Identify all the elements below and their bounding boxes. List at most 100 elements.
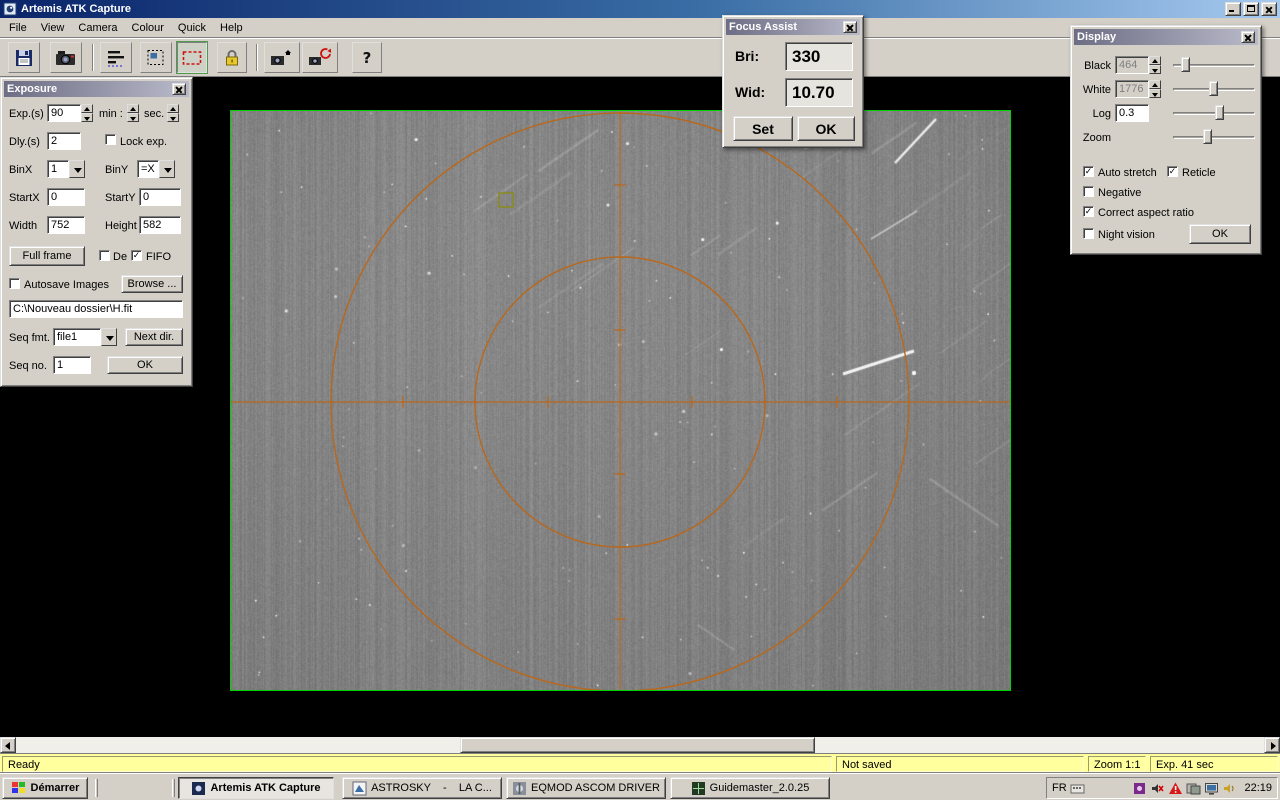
startx-input[interactable] — [47, 188, 85, 206]
width-input[interactable] — [47, 216, 85, 234]
black-slider[interactable] — [1173, 57, 1255, 73]
levels-button[interactable] — [100, 42, 132, 73]
autosave-checkbox[interactable] — [9, 278, 20, 289]
zoom-slider[interactable] — [1173, 129, 1255, 145]
width-label: Width — [9, 220, 38, 232]
tray-volume-icon[interactable] — [1222, 781, 1237, 796]
tray-display-icon[interactable] — [1204, 781, 1219, 796]
task-eqmod[interactable]: EQMOD ASCOM DRIVER — [506, 777, 666, 799]
lock-button[interactable] — [217, 42, 247, 73]
binx-value: 1 — [47, 160, 69, 178]
close-icon[interactable] — [172, 83, 186, 95]
focus-assist-title: Focus Assist — [729, 21, 798, 33]
biny-dropdown[interactable]: =X — [137, 160, 175, 178]
tray-alert-icon[interactable] — [1168, 781, 1183, 796]
tray-guider-icon[interactable] — [1132, 781, 1147, 796]
del-checkbox[interactable] — [99, 250, 110, 261]
toolbar-separator — [256, 44, 258, 71]
full-frame-button[interactable]: Full frame — [9, 246, 85, 266]
task-astrosky[interactable]: ASTROSKY - LA C... — [342, 777, 502, 799]
scroll-left-icon[interactable] — [0, 737, 16, 753]
start-button[interactable]: Démarrer — [2, 777, 88, 799]
binx-label: BinX — [9, 164, 33, 176]
bri-value: 330 — [785, 42, 853, 71]
sec-spinner[interactable] — [167, 104, 179, 122]
del-label: De — [113, 251, 128, 263]
seq-fmt-dropdown[interactable]: file1 — [53, 328, 117, 346]
night-vision-checkbox[interactable] — [1083, 228, 1094, 239]
min-spinner[interactable] — [127, 104, 139, 122]
save-button[interactable] — [8, 42, 40, 73]
next-dir-button[interactable]: Next dir. — [125, 328, 183, 346]
menu-colour[interactable]: Colour — [125, 20, 171, 36]
loop-capture-icon — [271, 49, 291, 65]
help-button[interactable]: ? — [352, 42, 382, 73]
chevron-down-icon[interactable] — [159, 160, 175, 178]
focus-ok-button[interactable]: OK — [797, 116, 855, 141]
scroll-right-icon[interactable] — [1264, 737, 1280, 753]
window-titlebar: Artemis ATK Capture — [0, 0, 1280, 18]
statusbar: Ready Not saved Zoom 1:1 Exp. 41 sec — [0, 753, 1280, 773]
set-button[interactable]: Set — [733, 116, 793, 141]
log-slider[interactable] — [1173, 105, 1255, 121]
task-icon — [691, 781, 705, 795]
keyboard-icon[interactable] — [1070, 781, 1085, 796]
auto-stretch-checkbox[interactable]: ✓ — [1083, 166, 1094, 177]
black-input — [1115, 56, 1149, 74]
log-input[interactable] — [1115, 104, 1149, 122]
loop-refresh-button[interactable] — [302, 42, 338, 73]
task-artemis[interactable]: Artemis ATK Capture — [178, 777, 334, 799]
negative-checkbox[interactable] — [1083, 186, 1094, 197]
minimize-icon[interactable] — [1225, 2, 1241, 16]
display-ok-button[interactable]: OK — [1189, 224, 1251, 244]
correct-aspect-checkbox[interactable]: ✓ — [1083, 206, 1094, 217]
menu-view[interactable]: View — [34, 20, 72, 36]
white-spinner[interactable] — [1149, 80, 1161, 98]
dly-input[interactable] — [47, 132, 81, 150]
fifo-checkbox[interactable]: ✓ — [131, 250, 142, 261]
reticle-checkbox[interactable]: ✓ — [1167, 166, 1178, 177]
binx-dropdown[interactable]: 1 — [47, 160, 85, 178]
browse-button[interactable]: Browse ... — [121, 275, 183, 293]
exposure-panel-titlebar[interactable]: Exposure — [4, 81, 189, 97]
close-icon[interactable] — [843, 21, 857, 33]
task-guidemaster[interactable]: Guidemaster_2.0.25 — [670, 777, 830, 799]
select-area-button[interactable] — [140, 42, 172, 73]
sec-label: sec. — [144, 108, 165, 120]
captured-image[interactable] — [230, 110, 1011, 691]
lock-exp-checkbox[interactable] — [105, 134, 116, 145]
menu-file[interactable]: File — [2, 20, 34, 36]
subframe-toggle-button[interactable] — [176, 41, 208, 74]
height-input[interactable] — [139, 216, 181, 234]
menu-help[interactable]: Help — [213, 20, 250, 36]
starfield-image — [231, 111, 1010, 690]
white-slider[interactable] — [1173, 81, 1255, 97]
exp-spinner[interactable] — [81, 104, 93, 122]
close-icon[interactable] — [1261, 2, 1277, 16]
horizontal-scrollbar[interactable] — [0, 737, 1280, 753]
display-panel-titlebar[interactable]: Display — [1074, 29, 1258, 45]
white-input — [1115, 80, 1149, 98]
save-path-input[interactable] — [9, 300, 183, 318]
chevron-down-icon[interactable] — [69, 160, 85, 178]
tray-mute-icon[interactable] — [1150, 781, 1165, 796]
display-panel-title: Display — [1077, 31, 1117, 43]
black-spinner[interactable] — [1149, 56, 1161, 74]
camera-connect-button[interactable] — [50, 42, 82, 73]
scrollbar-thumb[interactable] — [460, 737, 815, 753]
menu-camera[interactable]: Camera — [71, 20, 124, 36]
focus-assist-titlebar[interactable]: Focus Assist — [726, 19, 860, 35]
chevron-down-icon[interactable] — [101, 328, 117, 346]
menu-quick[interactable]: Quick — [171, 20, 213, 36]
starty-input[interactable] — [139, 188, 181, 206]
maximize-icon[interactable] — [1243, 2, 1259, 16]
app-icon — [3, 2, 17, 16]
negative-label: Negative — [1098, 187, 1142, 199]
loop-capture-button[interactable] — [264, 42, 300, 73]
tray-ascom-icon[interactable] — [1186, 781, 1201, 796]
exp-input[interactable] — [47, 104, 81, 122]
exposure-ok-button[interactable]: OK — [107, 356, 183, 374]
seq-no-input[interactable] — [53, 356, 91, 374]
language-indicator[interactable]: FR — [1052, 782, 1067, 794]
close-icon[interactable] — [1241, 31, 1255, 43]
